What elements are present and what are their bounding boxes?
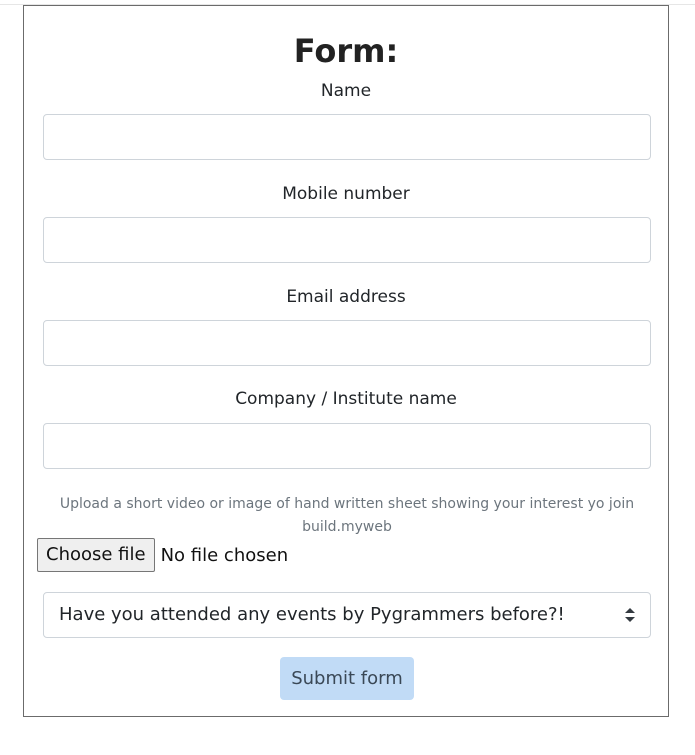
company-institute-input[interactable] <box>43 423 651 469</box>
email-address-label: Email address <box>286 287 406 307</box>
file-upload-control[interactable]: Choose file No file chosen <box>37 538 288 572</box>
email-address-input[interactable] <box>43 320 651 366</box>
events-attended-select[interactable]: Have you attended any events by Pygramme… <box>43 592 651 638</box>
form-title: Form: <box>293 32 399 70</box>
company-institute-label: Company / Institute name <box>235 389 457 409</box>
name-label: Name <box>320 81 372 101</box>
submit-form-button[interactable]: Submit form <box>280 657 414 700</box>
select-selected-value: Have you attended any events by Pygramme… <box>59 604 565 625</box>
name-input[interactable] <box>43 114 651 160</box>
upload-help-text: Upload a short video or image of hand wr… <box>59 496 635 535</box>
mobile-number-label: Mobile number <box>282 184 410 204</box>
file-status-text: No file chosen <box>160 544 289 566</box>
form-card: Form: Name Mobile number Email address C… <box>23 5 669 717</box>
choose-file-button[interactable]: Choose file <box>37 538 155 572</box>
sort-arrows-icon <box>625 608 635 622</box>
mobile-number-input[interactable] <box>43 217 651 263</box>
